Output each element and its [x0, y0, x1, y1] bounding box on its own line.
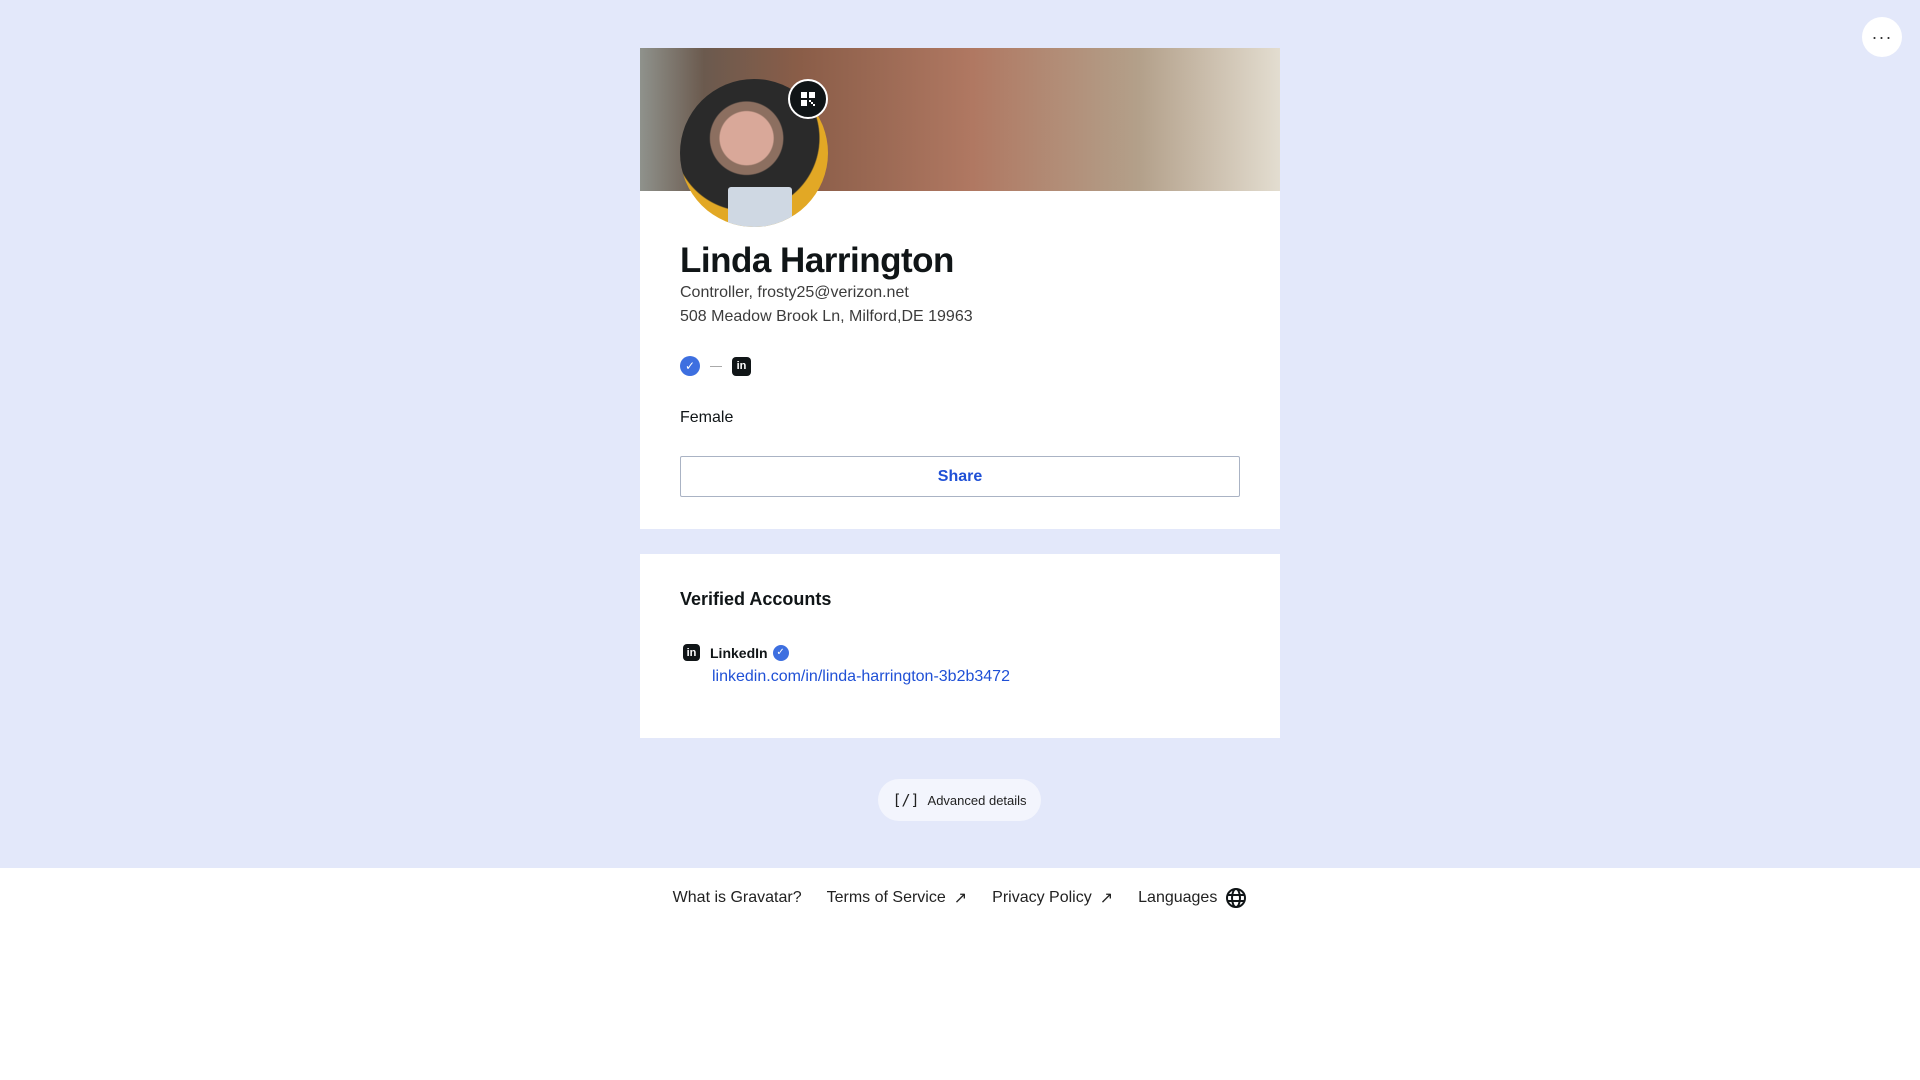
link-label: Privacy Policy	[992, 889, 1092, 906]
external-arrow-icon: ↗	[953, 890, 968, 907]
advanced-details-button[interactable]: [/] Advanced details	[878, 779, 1041, 821]
code-icon: [/]	[892, 791, 920, 809]
account-service-name: LinkedIn	[710, 644, 768, 661]
verified-badge-icon: ✓	[772, 644, 789, 661]
linkedin-icon[interactable]: in	[732, 356, 751, 376]
external-arrow-icon: ↗	[1099, 890, 1114, 907]
advanced-details-label: Advanced details	[927, 792, 1027, 808]
divider	[710, 365, 722, 367]
profile-card: Linda Harrington Controller, frosty25@ve…	[640, 48, 1280, 529]
qr-code-button[interactable]	[788, 79, 828, 119]
profile-address: 508 Meadow Brook Ln, Milford,DE 19963	[680, 308, 973, 325]
footer-link-languages[interactable]: Languages	[1138, 887, 1247, 909]
globe-icon	[1226, 888, 1247, 908]
footer-link-terms[interactable]: Terms of Service ↗	[827, 888, 968, 908]
more-options-button[interactable]: ···	[1862, 17, 1902, 57]
footer-link-what-is-gravatar[interactable]: What is Gravatar?	[673, 889, 802, 907]
link-label: What is Gravatar?	[672, 889, 802, 906]
footer: What is Gravatar? Terms of Service ↗ Priv…	[0, 868, 1920, 928]
profile-gender: Female	[680, 409, 734, 426]
footer-link-privacy[interactable]: Privacy Policy ↗	[992, 888, 1113, 908]
verified-account-linkedin: in LinkedIn ✓	[683, 644, 789, 661]
linkedin-icon: in	[683, 644, 700, 661]
profile-name: Linda Harrington	[680, 241, 954, 280]
link-label: Terms of Service	[826, 889, 946, 906]
verified-icons-row: ✓ in	[680, 356, 751, 376]
qr-code-icon	[801, 92, 815, 106]
id-card-image	[728, 187, 792, 227]
share-button[interactable]: Share	[680, 456, 1240, 497]
verified-accounts-card: Verified Accounts in LinkedIn ✓ linkedin…	[640, 554, 1280, 738]
verified-badge-icon: ✓	[680, 356, 700, 376]
profile-job-email: Controller, frosty25@verizon.net	[680, 284, 909, 301]
linkedin-profile-link[interactable]: linkedin.com/in/linda-harrington-3b2b347…	[712, 668, 1010, 686]
link-label: Languages	[1138, 889, 1218, 906]
verified-accounts-title: Verified Accounts	[680, 589, 832, 609]
